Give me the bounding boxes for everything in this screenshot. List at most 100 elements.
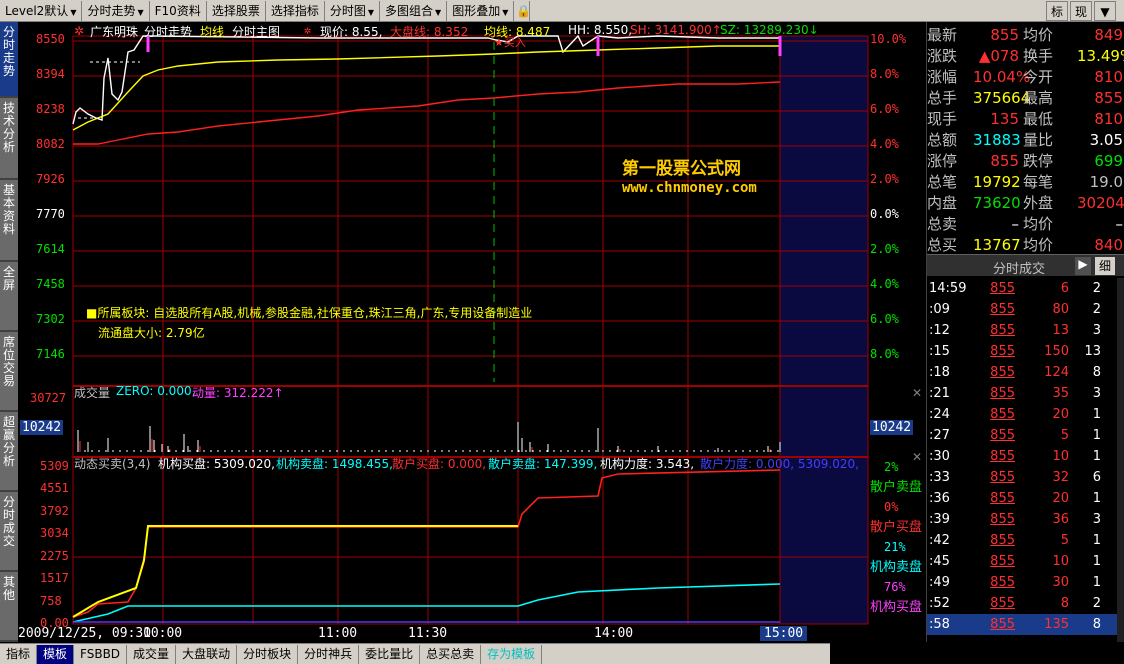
dropdown-icon: ▼ [502,7,509,17]
toolbar-intraday-chart[interactable]: 分时图 ▼ [325,0,381,21]
chart-settings-icon[interactable]: ✲ [74,24,84,38]
quote-cell: 总手 [927,89,958,107]
volume-zero: ZERO: 0.000, [116,384,196,398]
toolbar-f10[interactable]: F10资料 [150,0,207,21]
time-tick: 14:00 [594,626,634,641]
trade-row: :33 855 32 6 [927,467,1117,488]
trade-cell: 2 [1092,596,1101,611]
quote-cell: 375664 [973,89,1031,107]
close-icon[interactable]: ✲ [304,23,311,37]
tab-total-buy-sell[interactable]: 总买总卖 [420,644,482,664]
trade-cell: 855 [990,344,1015,359]
trade-row: :18 855 124 8 [927,362,1117,383]
trade-cell: 855 [990,386,1015,401]
time-tick: 10:00 [143,626,183,641]
trade-cell: :27 [929,428,950,443]
trade-cell: 13 [1084,344,1101,359]
quote-row: 总卖 – 均价 – [927,213,1124,236]
dropdown-icon: ▼ [137,7,144,17]
tab-fsbbd[interactable]: FSBBD [74,644,128,664]
quote-cell: 跌停 [1023,152,1054,170]
menu-icon[interactable]: ▼ [1094,1,1116,21]
quote-row: 涨跌 ▲078换手 13.49% [927,45,1124,68]
quote-row: 现手 135 最低 810 [927,108,1124,131]
toolbar-intraday[interactable]: 分时走势 ▼ [82,0,150,21]
mark-button[interactable]: 标 [1046,1,1068,21]
trade-cell: 855 [990,554,1015,569]
tab-seat-trading[interactable]: 席位交易 [0,332,18,412]
quote-cell: 今开 [1023,68,1054,86]
trade-cell: 1 [1092,428,1101,443]
trade-cell: 10 [1052,554,1069,569]
trade-row: :36 855 20 1 [927,488,1117,509]
toolbar-multi-chart[interactable]: 多图组合 ▼ [380,0,448,21]
quote-cell: 810 [1094,68,1123,86]
tab-analysis[interactable]: 超赢分析 [0,412,18,492]
price-tick-left: 8238 [36,102,65,116]
trade-cell: 1 [1092,554,1101,569]
trade-cell: 30 [1052,575,1069,590]
detail-button[interactable]: 细 [1095,257,1115,275]
tab-intraday-sector[interactable]: 分时板块 [237,644,299,664]
float-cap: 流通盘大小: 2.79亿 [98,326,205,340]
intraday-chart: ✲ 广东明珠 分时走势 均线 分时主图 ✲ 现价: 8.55, 大盘线: 8.3… [18,22,926,643]
tab-basic-info[interactable]: 基本资料 [0,180,18,262]
tab-trades[interactable]: 分时成交 [0,492,18,572]
quote-cell: 810 [1094,110,1123,128]
trade-cell: 855 [990,449,1015,464]
toolbar-select-indicator[interactable]: 选择指标 [266,0,325,21]
tab-fullscreen[interactable]: 全屏 [0,262,18,332]
trade-cell: 855 [990,365,1015,380]
play-icon[interactable]: ▶ [1075,257,1091,275]
price-readout: 现价: 8.55, [320,25,383,39]
toolbar-overlay[interactable]: 图形叠加 ▼ [447,0,515,21]
dyn-legend-name: 散户买盘 [870,520,923,535]
volume-max: 30727 [30,391,67,405]
realtime-button[interactable]: 现 [1070,1,1092,21]
tab-template[interactable]: 模板 [37,644,75,664]
price-tick-right: 2.0% [870,242,899,256]
tab-other[interactable]: 其他 [0,572,18,642]
toolbar-level2[interactable]: Level2默认 ▼ [0,0,83,21]
dyn-close-icon[interactable]: ✕ [912,450,922,464]
lock-icon[interactable]: 🔒 [514,0,531,21]
trade-cell: 6 [1060,281,1069,296]
trade-cell: 855 [990,302,1015,317]
quote-cell: 涨停 [927,152,958,170]
tab-indicator[interactable]: 指标 [0,644,38,664]
trade-cell: 855 [990,596,1015,611]
volume-power: 动量: 312.222↑ [192,386,284,400]
tab-volume[interactable]: 成交量 [127,644,177,664]
trade-row: :52 855 8 2 [927,593,1117,614]
tab-technical[interactable]: 技术分析 [0,98,18,180]
tab-intraday-god[interactable]: 分时神兵 [298,644,360,664]
trade-cell: 1 [1092,407,1101,422]
quote-cell: 最新 [927,26,958,44]
trades-scrollbar[interactable] [1117,278,1124,642]
volume-close-icon[interactable]: ✕ [912,386,922,400]
dropdown-icon: ▼ [70,7,77,17]
trade-cell: 80 [1052,302,1069,317]
market-readout: 大盘线: 8.352 [390,25,469,39]
trade-cell: 20 [1052,407,1069,422]
tab-save-template[interactable]: 存为模板 [481,644,543,664]
quote-cell: 3.05 [1089,131,1123,149]
tab-intraday[interactable]: 分时走势 [0,22,18,98]
dropdown-icon: ▼ [367,7,375,17]
left-tabs: 分时走势 技术分析 基本资料 全屏 席位交易 超赢分析 分时成交 其他 [0,22,18,642]
quote-panel: 最新855均价849涨跌▲078换手13.49%涨幅10.04%今开810总手3… [926,22,1124,642]
trade-row: :21 855 35 3 [927,383,1117,404]
trade-cell: :12 [929,323,950,338]
trade-cell: 855 [990,470,1015,485]
trade-cell: 8 [1060,596,1069,611]
dyn-tick: 3792 [40,503,69,518]
price-tick-left: 8082 [36,137,65,151]
dyn-legend-name: 机构卖盘 [870,560,923,575]
tab-commission-ratio[interactable]: 委比量比 [359,644,421,664]
tab-market-link[interactable]: 大盘联动 [176,644,238,664]
toolbar-select-stock[interactable]: 选择股票 [207,0,266,21]
trade-row: :45 855 10 1 [927,551,1117,572]
main-chart-label: 分时主图 [232,25,281,39]
trade-cell: 1 [1092,575,1101,590]
quote-cell: 涨幅 [927,68,958,86]
